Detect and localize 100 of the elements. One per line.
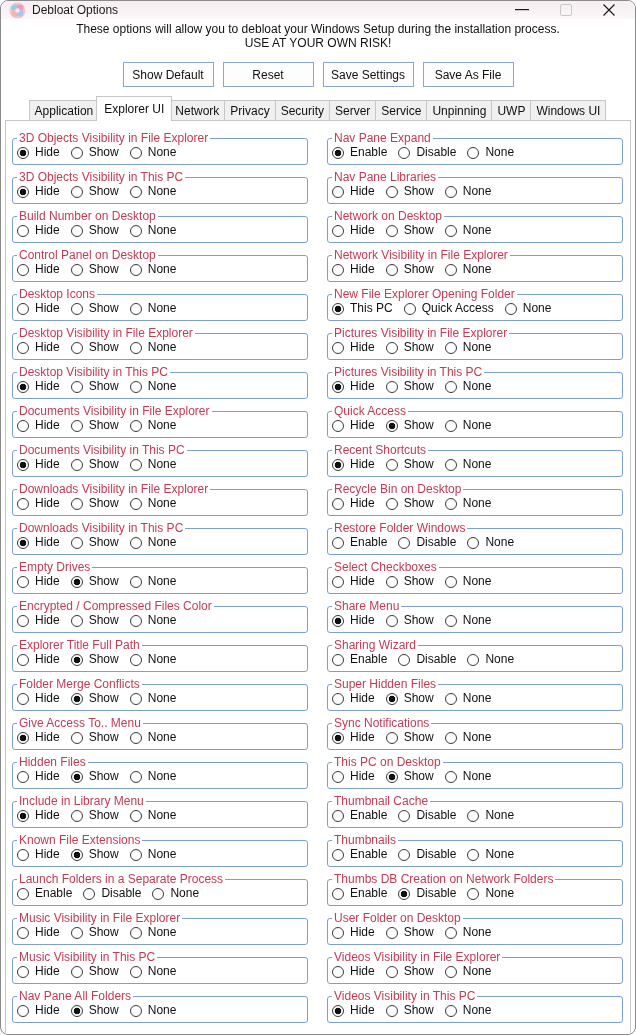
radio-option[interactable]: Show (70, 262, 119, 277)
radio-option[interactable]: None (129, 379, 177, 394)
radio-button[interactable] (17, 731, 29, 744)
radio-option[interactable]: None (444, 1003, 492, 1018)
action-button[interactable]: Reset (222, 62, 314, 87)
radio-option[interactable]: Show (70, 223, 119, 238)
radio-button[interactable] (398, 887, 411, 900)
radio-option[interactable]: Show (70, 769, 119, 784)
radio-button[interactable] (444, 458, 457, 471)
radio-button[interactable] (70, 146, 83, 159)
radio-button[interactable] (129, 731, 142, 744)
radio-option[interactable]: Hide (332, 496, 375, 511)
radio-button[interactable] (17, 809, 29, 822)
radio-button[interactable] (444, 497, 457, 510)
radio-option[interactable]: Show (70, 847, 119, 862)
radio-option[interactable]: None (467, 535, 515, 550)
radio-button[interactable] (444, 965, 457, 978)
radio-button[interactable] (467, 146, 480, 159)
radio-button[interactable] (70, 458, 83, 471)
radio-option[interactable]: Show (70, 301, 119, 316)
radio-button[interactable] (17, 497, 29, 510)
radio-button[interactable] (332, 575, 344, 588)
radio-option[interactable]: Hide (332, 223, 375, 238)
radio-button[interactable] (444, 419, 457, 432)
radio-option[interactable]: Show (385, 574, 434, 589)
radio-option[interactable]: Hide (17, 496, 60, 511)
radio-button[interactable] (385, 263, 398, 276)
radio-option[interactable]: Show (70, 1003, 119, 1018)
radio-button[interactable] (129, 770, 142, 783)
radio-button[interactable] (70, 614, 83, 627)
radio-option[interactable]: Show (385, 418, 434, 433)
radio-button[interactable] (17, 926, 29, 939)
radio-option[interactable]: Hide (17, 847, 60, 862)
radio-option[interactable]: Hide (17, 1003, 60, 1018)
radio-option[interactable]: Show (385, 184, 434, 199)
radio-option[interactable]: None (444, 379, 492, 394)
radio-option[interactable]: None (444, 184, 492, 199)
radio-option[interactable]: Hide (17, 535, 60, 550)
radio-button[interactable] (385, 575, 398, 588)
radio-button[interactable] (17, 419, 29, 432)
radio-option[interactable]: None (129, 847, 177, 862)
radio-button[interactable] (332, 809, 344, 822)
radio-option[interactable]: None (444, 223, 492, 238)
radio-option[interactable]: Hide (17, 418, 60, 433)
radio-option[interactable]: Disable (398, 145, 457, 160)
radio-option[interactable]: Hide (17, 145, 60, 160)
action-button[interactable]: Save Settings (322, 62, 414, 87)
radio-option[interactable]: This PC (332, 301, 393, 316)
radio-button[interactable] (152, 887, 165, 900)
radio-option[interactable]: None (129, 418, 177, 433)
radio-button[interactable] (385, 770, 398, 783)
radio-button[interactable] (17, 575, 29, 588)
radio-button[interactable] (444, 575, 457, 588)
radio-button[interactable] (385, 614, 398, 627)
radio-button[interactable] (129, 419, 142, 432)
radio-button[interactable] (385, 692, 398, 705)
radio-button[interactable] (17, 1004, 29, 1017)
radio-option[interactable]: Show (385, 730, 434, 745)
radio-option[interactable]: None (129, 769, 177, 784)
radio-button[interactable] (70, 575, 83, 588)
radio-option[interactable]: Hide (17, 808, 60, 823)
radio-option[interactable]: Show (70, 652, 119, 667)
radio-option[interactable]: Show (385, 964, 434, 979)
radio-button[interactable] (332, 146, 344, 159)
radio-button[interactable] (332, 770, 344, 783)
radio-option[interactable]: Hide (332, 340, 375, 355)
radio-option[interactable]: None (504, 301, 552, 316)
radio-option[interactable]: Disable (398, 886, 457, 901)
radio-button[interactable] (467, 887, 480, 900)
minimize-icon[interactable] (515, 9, 529, 11)
radio-button[interactable] (444, 614, 457, 627)
radio-option[interactable]: Hide (332, 457, 375, 472)
radio-button[interactable] (129, 848, 142, 861)
radio-option[interactable]: None (129, 652, 177, 667)
radio-button[interactable] (398, 146, 411, 159)
radio-button[interactable] (444, 224, 457, 237)
radio-option[interactable]: Hide (332, 964, 375, 979)
radio-option[interactable]: Show (70, 184, 119, 199)
radio-button[interactable] (398, 536, 411, 549)
radio-button[interactable] (129, 1004, 142, 1017)
radio-button[interactable] (467, 653, 480, 666)
radio-option[interactable]: Enable (332, 535, 388, 550)
tab[interactable]: Windows UI (530, 100, 607, 121)
radio-option[interactable]: None (444, 457, 492, 472)
radio-option[interactable]: None (129, 808, 177, 823)
radio-button[interactable] (444, 692, 457, 705)
radio-option[interactable]: None (129, 925, 177, 940)
radio-option[interactable]: Enable (332, 886, 388, 901)
radio-option[interactable]: Show (70, 808, 119, 823)
radio-button[interactable] (332, 185, 344, 198)
radio-option[interactable]: Hide (17, 301, 60, 316)
radio-button[interactable] (332, 692, 344, 705)
radio-button[interactable] (70, 419, 83, 432)
radio-button[interactable] (332, 302, 344, 315)
radio-button[interactable] (332, 887, 344, 900)
radio-button[interactable] (70, 185, 83, 198)
radio-button[interactable] (70, 380, 83, 393)
radio-button[interactable] (17, 263, 29, 276)
radio-option[interactable]: Disable (398, 535, 457, 550)
radio-button[interactable] (444, 341, 457, 354)
